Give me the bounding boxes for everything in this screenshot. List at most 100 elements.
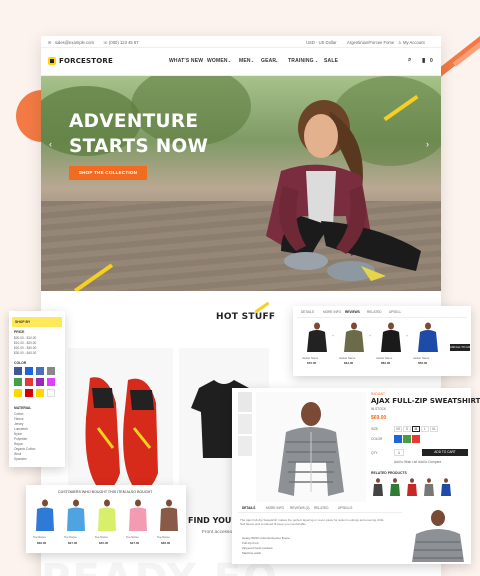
color-swatch[interactable] — [14, 378, 22, 386]
related-product-price: $64.00 — [344, 361, 354, 365]
thumbnail[interactable] — [238, 436, 252, 456]
store-logo[interactable]: FORCESTORE — [59, 57, 113, 65]
tee-image[interactable] — [65, 499, 87, 531]
material-option[interactable]: Spandex — [14, 457, 27, 461]
color-swatch[interactable] — [36, 378, 44, 386]
price-option[interactable]: $10.00 - $20.00 — [14, 341, 36, 345]
color-label: COLOR — [371, 437, 383, 441]
also-bought-name[interactable]: Tee Name — [95, 535, 108, 539]
top-bar: ✉ sales@example.com ☏ (000) 123 45 67 US… — [41, 36, 441, 48]
menu-item-sale[interactable]: SALE — [324, 58, 338, 64]
color-swatch[interactable] — [47, 389, 55, 397]
filter-panel: SHOP BY PRICE $00.00 - $10.00 $10.00 - $… — [9, 311, 65, 467]
related-tab[interactable]: DETAILS — [301, 310, 314, 314]
related-product-thumbnail[interactable] — [389, 478, 401, 496]
price-option[interactable]: $30.00 - $40.00 — [14, 351, 36, 355]
color-swatch[interactable] — [47, 378, 55, 386]
search-icon[interactable]: ⌕ — [408, 57, 412, 64]
add-to-cart-button[interactable]: ADD TO CART — [422, 449, 468, 456]
thumbnail[interactable] — [238, 414, 252, 434]
material-option[interactable]: Jersey — [14, 422, 23, 426]
related-tab[interactable]: UPSELL — [389, 310, 401, 314]
color-option[interactable] — [412, 435, 420, 443]
menu-item-whats-new[interactable]: WHAT'S NEW — [169, 58, 203, 64]
color-swatch[interactable] — [36, 367, 44, 375]
related-product-thumbnail[interactable] — [406, 478, 418, 496]
detail-tab[interactable]: DETAILS — [242, 506, 255, 510]
jacket-image[interactable] — [379, 322, 403, 352]
detail-tab[interactable]: REVIEWS (3) — [290, 506, 309, 510]
related-tab[interactable]: RELATED — [367, 310, 381, 314]
add-all-to-cart-button[interactable]: ADD ALL TO CART — [450, 344, 470, 351]
size-option[interactable]: M — [412, 426, 420, 432]
also-bought-name[interactable]: Tee Name — [33, 535, 46, 539]
tee-image[interactable] — [34, 499, 56, 531]
account-link[interactable]: My Account — [403, 40, 425, 45]
color-option[interactable] — [394, 435, 402, 443]
related-product-thumbnail[interactable] — [440, 478, 452, 496]
color-swatch[interactable] — [25, 378, 33, 386]
size-option[interactable]: L — [421, 426, 429, 432]
phone-link[interactable]: (000) 123 45 67 — [109, 40, 139, 45]
related-product-name[interactable]: Jacket Name — [376, 356, 392, 360]
related-product-name[interactable]: Jacket Name — [413, 356, 429, 360]
related-tab[interactable]: MORE INFO — [323, 310, 341, 314]
tee-image[interactable] — [96, 499, 118, 531]
size-option[interactable]: XL — [430, 426, 438, 432]
menu-item-training[interactable]: TRAINING — [288, 58, 314, 64]
compare-link[interactable]: Add to Compare — [418, 460, 441, 464]
chevron-down-icon: ⌄ — [228, 59, 232, 63]
menu-item-gear[interactable]: GEAR — [261, 58, 276, 64]
wishlist-link[interactable]: Add to Wish List — [394, 460, 417, 464]
related-product-thumbnail[interactable] — [372, 478, 384, 496]
tee-image[interactable] — [158, 499, 180, 531]
color-swatch[interactable] — [47, 367, 55, 375]
also-bought-name[interactable]: Tee Name — [126, 535, 139, 539]
qty-input[interactable]: 1 — [394, 449, 404, 456]
material-option[interactable]: Lumatech — [14, 427, 28, 431]
color-swatch[interactable] — [36, 389, 44, 397]
jacket-image[interactable] — [342, 322, 366, 352]
material-option[interactable]: Polyester — [14, 437, 27, 441]
color-swatch[interactable] — [25, 389, 33, 397]
tee-image[interactable] — [127, 499, 149, 531]
material-option[interactable]: Fleece — [14, 417, 24, 421]
carousel-prev-icon[interactable]: ‹ — [49, 139, 52, 149]
related-product-name[interactable]: Jacket Name — [302, 356, 318, 360]
color-swatch[interactable] — [14, 367, 22, 375]
shop-collection-button[interactable]: SHOP THE COLLECTION — [69, 166, 147, 180]
size-option[interactable]: XS — [394, 426, 402, 432]
color-swatch[interactable] — [25, 367, 33, 375]
material-option[interactable]: Cotton — [14, 412, 23, 416]
material-option[interactable]: Rayon — [14, 442, 23, 446]
menu-item-women[interactable]: WOMEN — [207, 58, 228, 64]
detail-tab[interactable]: UPSELLS — [338, 506, 352, 510]
email-link[interactable]: sales@example.com — [55, 40, 94, 45]
also-bought-price: $36.00 — [37, 541, 47, 545]
menu-item-men[interactable]: MEN — [239, 58, 251, 64]
price-option[interactable]: $00.00 - $10.00 — [14, 336, 36, 340]
material-option[interactable]: Nylon — [14, 432, 22, 436]
also-bought-panel: CUSTOMERS WHO BOUGHT THIS ITEM ALSO BOUG… — [26, 485, 186, 553]
material-option[interactable]: Wool — [14, 452, 21, 456]
color-swatch[interactable] — [14, 389, 22, 397]
material-option[interactable]: Organic Cotton — [14, 447, 35, 451]
also-bought-name[interactable]: Tee Name — [64, 535, 77, 539]
jacket-image[interactable] — [416, 322, 440, 352]
language-select[interactable]: Argentinian/Forcee Fome — [347, 40, 394, 45]
thumbnail[interactable] — [238, 392, 252, 412]
price-option[interactable]: $20.00 - $30.00 — [14, 346, 36, 350]
also-bought-name[interactable]: Tee Name — [157, 535, 170, 539]
cart-icon[interactable]: ▮ — [422, 57, 426, 64]
color-option[interactable] — [403, 435, 411, 443]
carousel-next-icon[interactable]: › — [426, 139, 429, 149]
currency-select[interactable]: USD - US Dollar — [306, 40, 336, 45]
related-product-thumbnail[interactable] — [423, 478, 435, 496]
related-tab[interactable]: REVIEWS — [345, 310, 360, 314]
related-product-name[interactable]: Jacket Name — [339, 356, 355, 360]
related-products-panel: DETAILS MORE INFO REVIEWS RELATED UPSELL Jac… — [293, 306, 471, 376]
jacket-image[interactable] — [305, 322, 329, 352]
detail-tab[interactable]: RELATED — [314, 506, 328, 510]
detail-tab[interactable]: MORE INFO — [266, 506, 284, 510]
size-option[interactable]: S — [403, 426, 411, 432]
